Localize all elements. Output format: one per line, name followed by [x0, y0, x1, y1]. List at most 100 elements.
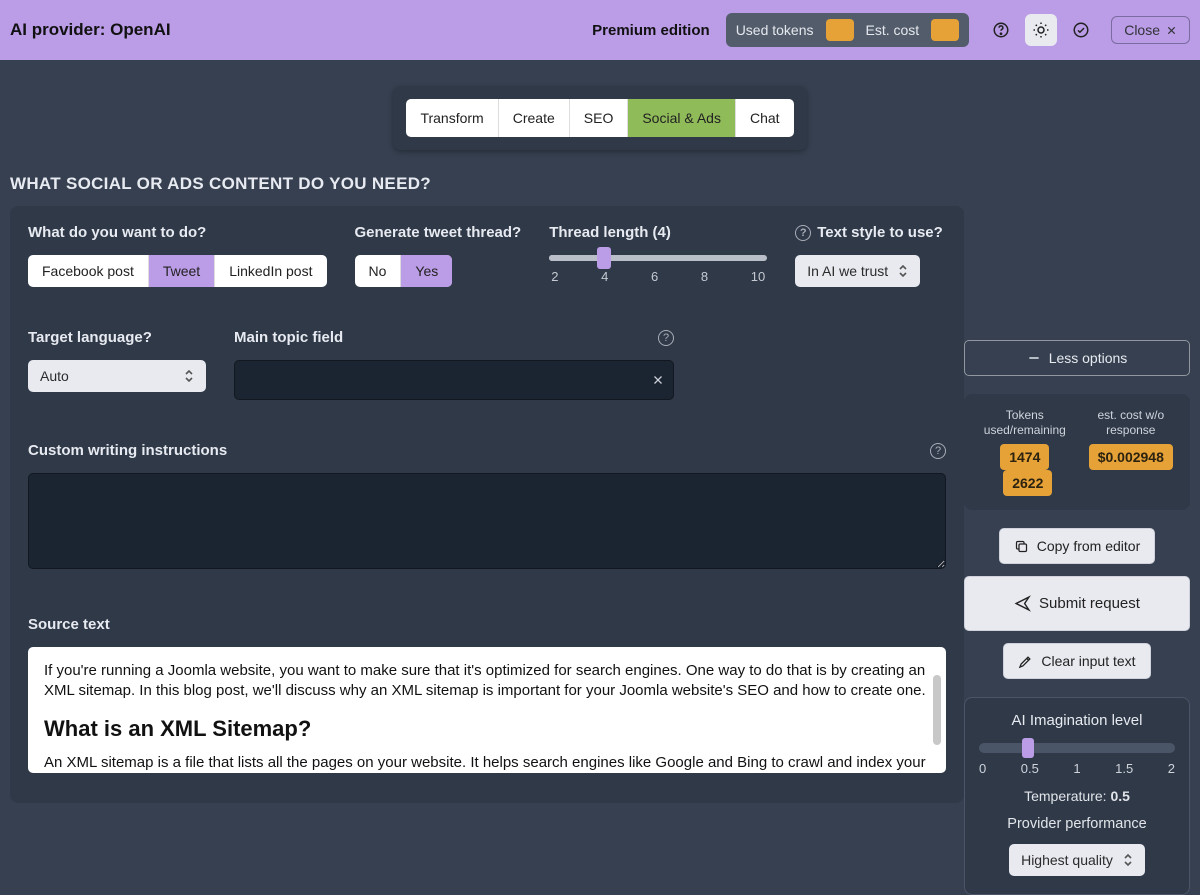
- tokens-remaining-badge: 2622: [1003, 470, 1052, 496]
- chevron-updown-icon: [184, 369, 194, 383]
- performance-select[interactable]: Highest quality: [1009, 844, 1145, 876]
- length-tick: 2: [551, 269, 558, 284]
- main-tabs: TransformCreateSEOSocial & AdsChat: [406, 99, 793, 137]
- source-heading: What is an XML Sitemap?: [44, 714, 930, 744]
- text-style-field: ? Text style to use? In AI we trust: [795, 224, 943, 287]
- thread-segmented: NoYes: [355, 255, 453, 287]
- length-tick: 10: [751, 269, 765, 284]
- submit-label: Submit request: [1039, 595, 1140, 612]
- used-tokens-label: Used tokens: [736, 22, 814, 38]
- clear-topic-icon[interactable]: [652, 374, 664, 386]
- imagination-slider-thumb[interactable]: [1022, 738, 1034, 758]
- custom-instructions-field: Custom writing instructions ?: [28, 442, 946, 574]
- target-language-field: Target language? Auto: [28, 329, 206, 400]
- topic-input[interactable]: [234, 360, 674, 400]
- style-label: ? Text style to use?: [795, 224, 943, 241]
- source-paragraph: If you're running a Joomla website, you …: [44, 661, 930, 702]
- what-option-tweet[interactable]: Tweet: [149, 255, 215, 287]
- topic-help-icon[interactable]: ?: [658, 330, 674, 346]
- imagination-tick: 0.5: [1021, 761, 1039, 776]
- thread-label: Generate tweet thread?: [355, 224, 522, 241]
- tab-seo[interactable]: SEO: [570, 99, 629, 137]
- custom-label: Custom writing instructions: [28, 442, 227, 459]
- lang-select[interactable]: Auto: [28, 360, 206, 392]
- cost-label: est. cost w/o response: [1084, 408, 1178, 438]
- submit-request-button[interactable]: Submit request: [964, 576, 1190, 631]
- cost-stat: est. cost w/o response $0.002948: [1084, 408, 1178, 496]
- tabs-container: TransformCreateSEOSocial & AdsChat: [0, 60, 1200, 170]
- source-text-box[interactable]: If you're running a Joomla website, you …: [28, 647, 946, 773]
- style-select[interactable]: In AI we trust: [795, 255, 920, 287]
- imagination-tick: 2: [1168, 761, 1175, 776]
- source-text-field: Source text If you're running a Joomla w…: [28, 616, 946, 773]
- used-tokens-badge: [826, 19, 854, 41]
- what-segmented: Facebook postTweetLinkedIn post: [28, 255, 327, 287]
- stats-card: Tokens used/remaining 1474 2622 est. cos…: [964, 394, 1190, 510]
- length-tick: 8: [701, 269, 708, 284]
- imagination-tick: 1: [1073, 761, 1080, 776]
- custom-help-icon[interactable]: ?: [930, 443, 946, 459]
- provider-label: AI provider: OpenAI: [10, 20, 171, 40]
- theme-toggle-icon[interactable]: [1025, 14, 1057, 46]
- est-cost-label: Est. cost: [866, 22, 920, 38]
- style-value: In AI we trust: [807, 263, 888, 279]
- copy-from-editor-button[interactable]: Copy from editor: [999, 528, 1155, 564]
- scrollbar[interactable]: [933, 675, 941, 745]
- style-help-icon[interactable]: ?: [795, 225, 811, 241]
- source-label: Source text: [28, 616, 946, 633]
- temperature-line: Temperature: 0.5: [979, 788, 1175, 804]
- imagination-tick: 1.5: [1115, 761, 1133, 776]
- close-button[interactable]: Close: [1111, 16, 1190, 44]
- tab-create[interactable]: Create: [499, 99, 570, 137]
- check-icon[interactable]: [1065, 14, 1097, 46]
- thread-option-no[interactable]: No: [355, 255, 402, 287]
- tokens-stat: Tokens used/remaining 1474 2622: [976, 408, 1074, 496]
- tab-social-ads[interactable]: Social & Ads: [628, 99, 736, 137]
- tokens-used-badge: 1474: [1000, 444, 1049, 470]
- provider-prefix: AI provider:: [10, 20, 110, 39]
- imagination-tick: 0: [979, 761, 986, 776]
- length-label: Thread length (4): [549, 224, 767, 241]
- copy-label: Copy from editor: [1037, 538, 1140, 554]
- performance-label: Provider performance: [979, 816, 1175, 832]
- clear-label: Clear input text: [1041, 653, 1135, 669]
- what-field: What do you want to do? Facebook postTwe…: [28, 224, 327, 287]
- source-paragraph: An XML sitemap is a file that lists all …: [44, 753, 930, 773]
- performance-value: Highest quality: [1021, 852, 1113, 868]
- form-card: What do you want to do? Facebook postTwe…: [10, 206, 964, 803]
- length-slider[interactable]: [549, 255, 767, 261]
- lang-value: Auto: [40, 368, 69, 384]
- chevron-updown-icon: [898, 264, 908, 278]
- imagination-slider[interactable]: [979, 743, 1175, 753]
- imagination-card: AI Imagination level 0 0.5 1 1.5 2 Temperatu…: [964, 697, 1190, 895]
- what-label: What do you want to do?: [28, 224, 327, 241]
- thread-toggle-field: Generate tweet thread? NoYes: [355, 224, 522, 287]
- less-options-button[interactable]: Less options: [964, 340, 1190, 376]
- clear-input-button[interactable]: Clear input text: [1003, 643, 1150, 679]
- main-topic-field: Main topic field ?: [234, 329, 674, 400]
- tab-chat[interactable]: Chat: [736, 99, 794, 137]
- length-slider-thumb[interactable]: [597, 247, 611, 269]
- tab-transform[interactable]: Transform: [406, 99, 498, 137]
- header-bar: AI provider: OpenAI Premium edition Used…: [0, 0, 1200, 60]
- provider-name: OpenAI: [110, 20, 170, 39]
- help-icon[interactable]: [985, 14, 1017, 46]
- est-cost-badge: [931, 19, 959, 41]
- lang-label: Target language?: [28, 329, 206, 346]
- what-option-facebook-post[interactable]: Facebook post: [28, 255, 149, 287]
- what-option-linkedin-post[interactable]: LinkedIn post: [215, 255, 326, 287]
- close-label: Close: [1124, 22, 1160, 38]
- custom-textarea[interactable]: [28, 473, 946, 569]
- cost-badge: $0.002948: [1089, 444, 1173, 470]
- length-tick: 4: [601, 269, 608, 284]
- length-tick: 6: [651, 269, 658, 284]
- thread-length-field: Thread length (4) 2 4 6 8 10: [549, 224, 767, 287]
- premium-edition-label: Premium edition: [592, 22, 710, 39]
- section-title: WHAT SOCIAL OR ADS CONTENT DO YOU NEED?: [10, 170, 964, 206]
- imagination-title: AI Imagination level: [979, 712, 1175, 729]
- thread-option-yes[interactable]: Yes: [401, 255, 452, 287]
- less-options-label: Less options: [1049, 350, 1128, 366]
- usage-chip: Used tokens Est. cost: [726, 13, 970, 47]
- tokens-label: Tokens used/remaining: [976, 408, 1074, 438]
- chevron-updown-icon: [1123, 853, 1133, 867]
